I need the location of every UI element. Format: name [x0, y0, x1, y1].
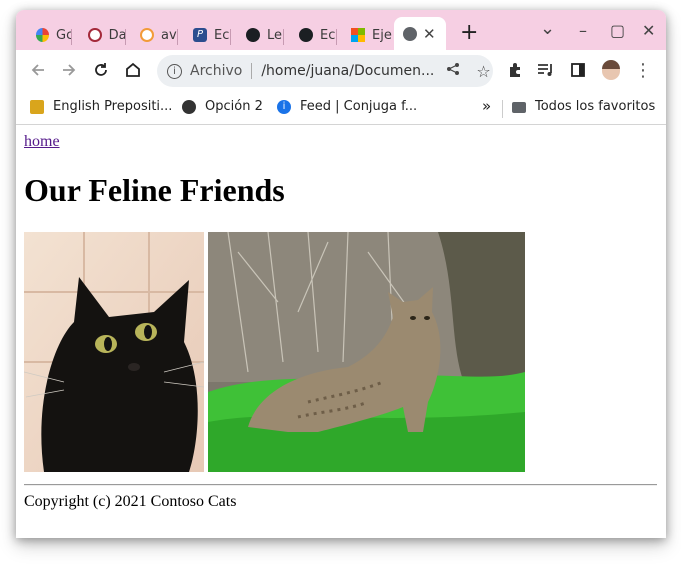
menu-kebab-icon[interactable]: ⋮	[632, 59, 654, 81]
github-icon	[299, 28, 313, 42]
tab-github-1[interactable]: Le	[236, 20, 284, 50]
tab-github-2[interactable]: Ec	[289, 20, 337, 50]
microsoft-icon	[351, 28, 365, 42]
all-bookmarks-folder[interactable]: Todos los favoritos	[512, 99, 655, 114]
reload-button[interactable]	[90, 59, 112, 81]
tab-active[interactable]: ✕	[394, 17, 446, 50]
bookmark-feed-conjuga[interactable]: i Feed | Conjuga f...	[277, 99, 417, 114]
globe-icon	[403, 26, 417, 41]
back-arrow-icon	[31, 64, 44, 76]
close-window-icon[interactable]: ✕	[642, 21, 655, 40]
bobcat-photo	[208, 232, 525, 472]
page-content: home Our Feline Friends Copyright (c) 20…	[16, 125, 666, 538]
forward-arrow-icon	[63, 64, 76, 76]
tab-strip: Gc Da av P Ec Le Ec Eje ✕ + ⌄ – ▢ ✕	[16, 10, 666, 50]
bookmarks-more-button[interactable]: »	[482, 97, 491, 115]
tab-google[interactable]: Gc	[26, 20, 72, 50]
tab-search-icon[interactable]: ⌄	[540, 18, 555, 39]
info-icon: i	[277, 99, 291, 114]
bookmarks-bar: English Prepositi... Opción 2 i Feed | C…	[16, 92, 666, 125]
home-link[interactable]: home	[24, 133, 60, 151]
address-bar[interactable]: i Archivo /home/juana/Documen... ☆	[157, 55, 493, 87]
home-icon	[126, 62, 140, 77]
footer-divider	[24, 484, 657, 486]
back-button[interactable]	[27, 59, 49, 81]
footer-copyright: Copyright (c) 2021 Contoso Cats	[24, 493, 237, 510]
side-panel-icon[interactable]	[567, 59, 589, 81]
extensions-icon[interactable]	[504, 59, 526, 81]
home-button[interactable]	[122, 59, 144, 81]
p-logo-icon: P	[193, 28, 207, 42]
reload-icon	[95, 63, 107, 76]
forward-button[interactable]	[58, 59, 80, 81]
share-icon[interactable]	[446, 62, 460, 80]
browser-toolbar: i Archivo /home/juana/Documen... ☆ ⋮	[16, 50, 666, 92]
orange-circle-icon	[140, 28, 154, 42]
shield-icon	[88, 28, 102, 42]
star-icon[interactable]: ☆	[476, 62, 490, 81]
maximize-icon[interactable]: ▢	[610, 21, 625, 40]
url-text[interactable]: /home/juana/Documen...	[261, 63, 434, 79]
black-cat-photo	[24, 232, 204, 472]
browser-window: Gc Da av P Ec Le Ec Eje ✕ + ⌄ – ▢ ✕ i Ar…	[16, 10, 666, 538]
google-icon	[36, 28, 49, 42]
profile-avatar[interactable]	[600, 59, 622, 81]
page-title: Our Feline Friends	[24, 172, 285, 208]
media-controls-icon[interactable]	[535, 59, 557, 81]
tab-shield[interactable]: Da	[78, 20, 126, 50]
tab-p[interactable]: P Ec	[183, 20, 231, 50]
github-icon	[246, 28, 260, 42]
tab-av[interactable]: av	[130, 20, 178, 50]
new-tab-button[interactable]: +	[460, 22, 478, 44]
bookmark-opcion-2[interactable]: Opción 2	[182, 99, 263, 114]
folder-icon	[512, 102, 526, 113]
minimize-icon[interactable]: –	[579, 21, 587, 40]
bookmark-english-prepositions[interactable]: English Prepositi...	[30, 99, 172, 114]
info-icon[interactable]: i	[167, 63, 182, 79]
close-tab-icon[interactable]: ✕	[423, 25, 436, 43]
book-icon	[30, 99, 44, 114]
scheme-label: Archivo	[190, 63, 243, 79]
tab-microsoft[interactable]: Eje	[341, 20, 393, 50]
globe-icon	[182, 99, 196, 114]
